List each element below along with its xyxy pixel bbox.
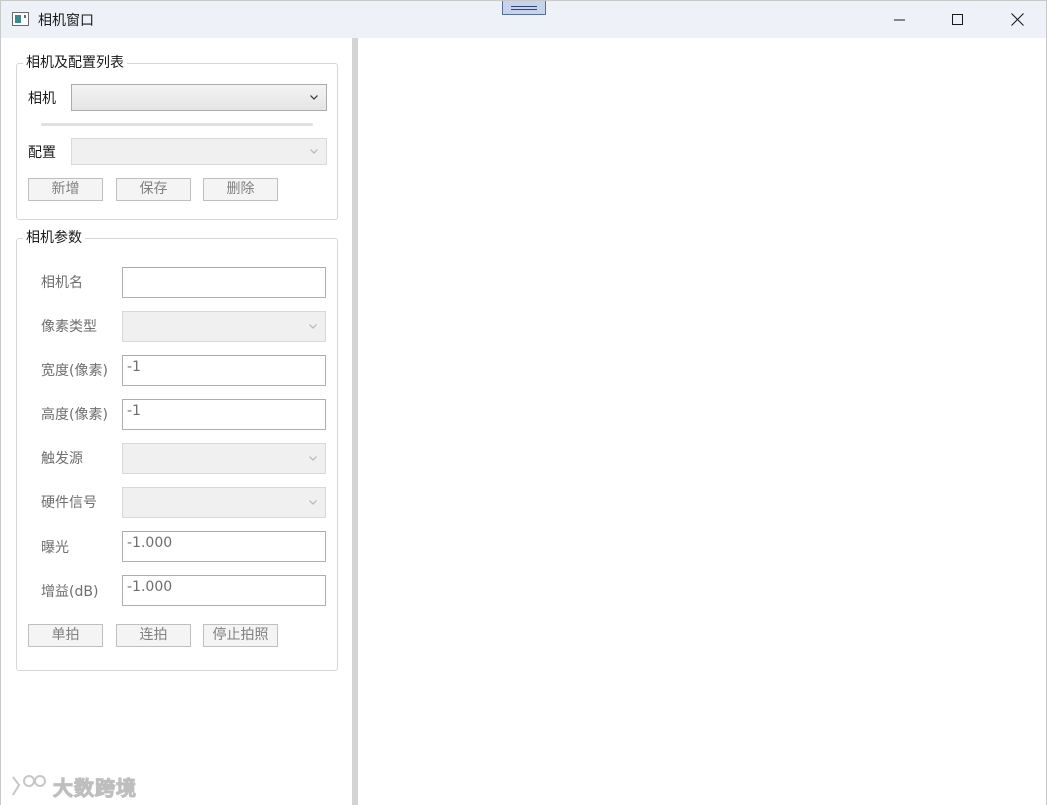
single-shot-button[interactable]: 单拍	[28, 624, 103, 647]
camera-config-group: 相机及配置列表 相机 配置 新增 保存 删除	[16, 54, 338, 220]
hardware-signal-label: 硬件信号	[41, 495, 97, 511]
config-select[interactable]	[71, 138, 327, 165]
image-display-area	[358, 38, 1046, 805]
camera-label: 相机	[28, 91, 56, 107]
exposure-label: 曝光	[41, 540, 69, 556]
exposure-input[interactable]: -1.000	[122, 531, 326, 562]
gain-label: 增益(dB)	[41, 584, 99, 600]
minimize-icon	[894, 19, 905, 20]
camera-window: 相机窗口 相机及配置列表 相机 配置 新增 保存 删除 相机参数 相机名 像素类…	[0, 0, 1047, 805]
continuous-shot-button[interactable]: 连拍	[116, 624, 191, 647]
trigger-source-label: 触发源	[41, 451, 83, 467]
chevron-down-icon	[309, 456, 317, 461]
watermark-text: 大数跨境	[53, 775, 137, 800]
window-title: 相机窗口	[38, 13, 94, 29]
camera-params-group-title: 相机参数	[23, 229, 85, 247]
camera-config-group-title: 相机及配置列表	[23, 54, 127, 72]
separator	[41, 123, 313, 126]
camera-name-label: 相机名	[41, 275, 83, 291]
gain-input[interactable]: -1.000	[122, 575, 326, 606]
app-window-icon	[12, 12, 29, 26]
hardware-signal-select[interactable]	[122, 487, 326, 518]
left-panel: 相机及配置列表 相机 配置 新增 保存 删除 相机参数 相机名 像素类型 宽度(…	[1, 38, 352, 805]
drag-handle-icon[interactable]	[502, 1, 546, 15]
watermark-logo-icon	[12, 775, 46, 796]
close-button[interactable]	[988, 1, 1046, 38]
width-label: 宽度(像素)	[41, 363, 108, 379]
width-input[interactable]: -1	[122, 355, 326, 386]
trigger-source-select[interactable]	[122, 443, 326, 474]
add-config-button[interactable]: 新增	[28, 178, 103, 201]
chevron-down-icon	[310, 95, 318, 100]
config-label: 配置	[28, 145, 56, 161]
maximize-button[interactable]	[929, 1, 987, 38]
stop-shooting-button[interactable]: 停止拍照	[203, 624, 278, 647]
height-label: 高度(像素)	[41, 407, 108, 423]
close-icon	[1010, 13, 1024, 26]
minimize-button[interactable]	[871, 1, 929, 38]
title-bar[interactable]: 相机窗口	[1, 1, 1046, 38]
maximize-icon	[952, 13, 963, 25]
save-config-button[interactable]: 保存	[116, 178, 191, 201]
camera-name-input[interactable]	[122, 267, 326, 298]
delete-config-button[interactable]: 删除	[203, 178, 278, 201]
watermark: 大数跨境	[9, 771, 137, 801]
chevron-down-icon	[309, 500, 317, 505]
height-input[interactable]: -1	[122, 399, 326, 430]
camera-params-group: 相机参数 相机名 像素类型 宽度(像素) -1 高度(像素) -1 触发源 硬件…	[16, 229, 338, 671]
camera-select[interactable]	[71, 84, 327, 111]
pixel-type-select[interactable]	[122, 311, 326, 342]
pixel-type-label: 像素类型	[41, 319, 97, 335]
chevron-down-icon	[309, 324, 317, 329]
chevron-down-icon	[310, 149, 318, 154]
